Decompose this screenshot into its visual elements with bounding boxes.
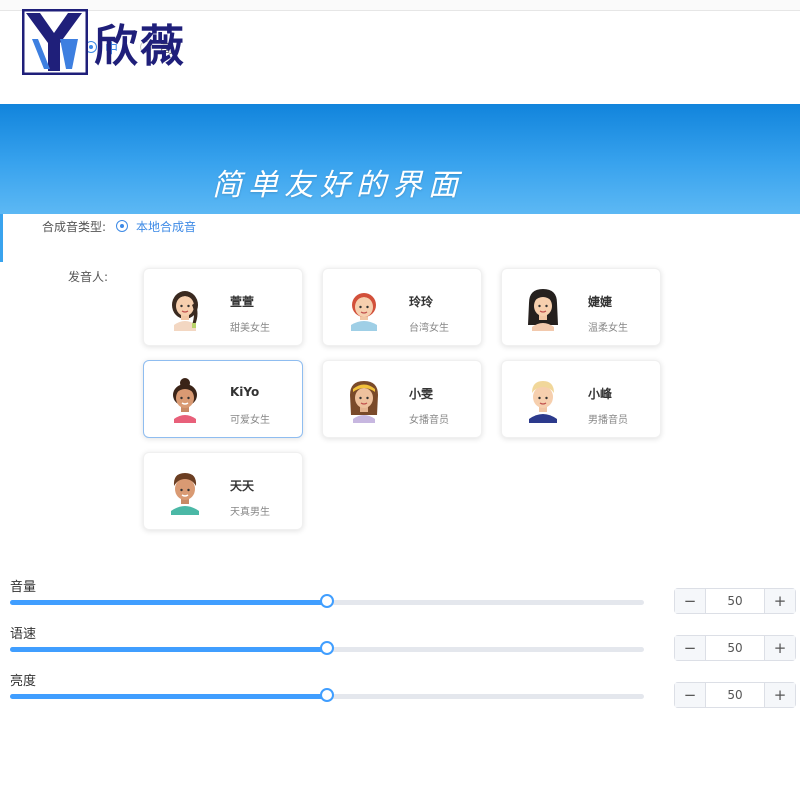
- decrement-button[interactable]: −: [675, 636, 706, 660]
- synthesis-option-label: 本地合成音: [136, 219, 197, 234]
- radio-dot-icon: [116, 220, 129, 232]
- boy-brown-avatar-icon: [171, 473, 199, 515]
- slider-label: 亮度: [10, 674, 37, 689]
- increment-button[interactable]: +: [764, 636, 795, 660]
- speaker-name: 小峰: [588, 387, 613, 401]
- speaker-name: 天天: [230, 479, 255, 493]
- slider-fill: [10, 647, 327, 652]
- synthesis-type-label: 合成音类型:: [42, 219, 107, 234]
- decrement-button[interactable]: −: [675, 683, 706, 707]
- speaker-grid: 萱萱 甜美女生 玲玲 台湾女生 婕婕 温柔女生 KiYo 可爱女生 小雯 女播音…: [143, 268, 673, 538]
- synthesis-type-row: 合成音类型: 本地合成音: [42, 216, 196, 236]
- speaker-card[interactable]: 小雯 女播音员: [322, 360, 482, 438]
- speaker-card[interactable]: 玲玲 台湾女生: [322, 268, 482, 346]
- volume-input[interactable]: [706, 589, 764, 613]
- speaker-card-selected[interactable]: KiYo 可爱女生: [143, 360, 303, 438]
- slider-fill: [10, 600, 327, 605]
- slider-fill: [10, 694, 327, 699]
- speaker-card[interactable]: 天天 天真男生: [143, 452, 303, 530]
- speed-slider-block: 语速 − +: [10, 623, 800, 663]
- girl-long-black-avatar-icon: [528, 289, 558, 331]
- banner-edge: [0, 214, 3, 262]
- speed-stepper: − +: [674, 635, 796, 661]
- brand-name: 欣薇: [94, 21, 186, 72]
- speaker-desc: 温柔女生: [588, 323, 628, 334]
- slider-track[interactable]: [10, 594, 644, 608]
- speaker-desc: 甜美女生: [230, 323, 270, 334]
- slider-thumb[interactable]: [320, 594, 334, 608]
- synthesis-type-option[interactable]: 本地合成音: [116, 218, 196, 235]
- slider-label: 音量: [10, 580, 37, 595]
- girl-bun-avatar-icon: [173, 378, 197, 423]
- banner-title: 简单友好的界面: [212, 168, 464, 203]
- speaker-desc: 男播音员: [588, 415, 628, 426]
- speaker-desc: 可爱女生: [230, 415, 270, 426]
- speaker-card[interactable]: 萱萱 甜美女生: [143, 268, 303, 346]
- speaker-name: 萱萱: [230, 295, 255, 309]
- girl-short-red-avatar-icon: [351, 293, 377, 331]
- speaker-desc: 台湾女生: [409, 323, 449, 334]
- speed-input[interactable]: [706, 636, 764, 660]
- speaker-name: KiYo: [230, 385, 260, 399]
- speaker-name: 小雯: [409, 387, 434, 401]
- speaker-label: 发音人:: [68, 270, 109, 284]
- slider-track[interactable]: [10, 641, 644, 655]
- woman-headband-avatar-icon: [350, 381, 378, 423]
- increment-button[interactable]: +: [764, 683, 795, 707]
- slider-thumb[interactable]: [320, 641, 334, 655]
- speaker-name: 玲玲: [409, 295, 434, 309]
- brightness-input[interactable]: [706, 683, 764, 707]
- brand-logo: 欣薇: [22, 8, 186, 76]
- speaker-card[interactable]: 婕婕 温柔女生: [501, 268, 661, 346]
- speaker-name: 婕婕: [588, 295, 613, 309]
- speaker-card[interactable]: 小峰 男播音员: [501, 360, 661, 438]
- volume-slider-block: 音量 − +: [10, 576, 800, 616]
- brightness-stepper: − +: [674, 682, 796, 708]
- volume-stepper: − +: [674, 588, 796, 614]
- girl-braid-avatar-icon: [172, 291, 198, 331]
- slider-label: 语速: [10, 627, 37, 642]
- xw-logo-icon: [22, 9, 88, 75]
- slider-thumb[interactable]: [320, 688, 334, 702]
- boy-blond-avatar-icon: [529, 381, 557, 423]
- brightness-slider-block: 亮度 − +: [10, 670, 800, 710]
- increment-button[interactable]: +: [764, 589, 795, 613]
- speaker-desc: 天真男生: [230, 507, 270, 518]
- decrement-button[interactable]: −: [675, 589, 706, 613]
- speaker-desc: 女播音员: [409, 415, 449, 426]
- slider-track[interactable]: [10, 688, 644, 702]
